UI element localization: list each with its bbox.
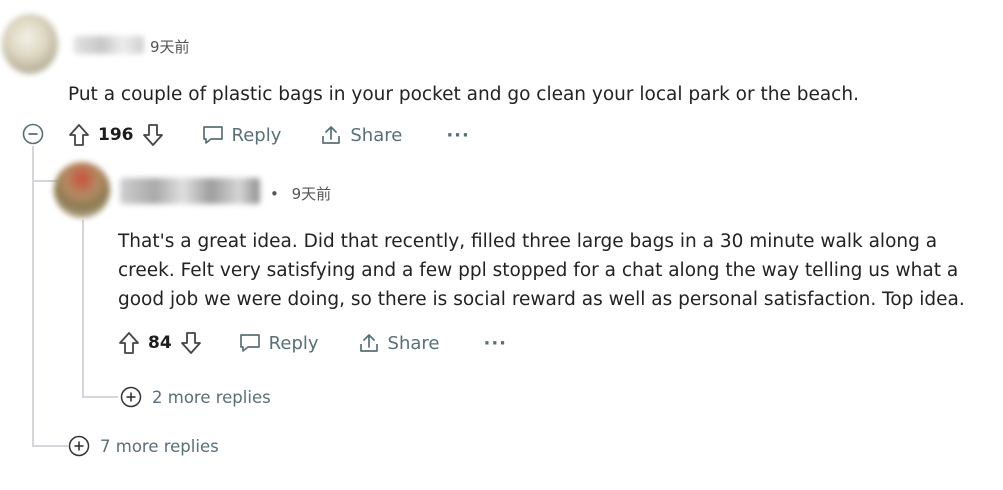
reply-button[interactable]: Reply: [201, 124, 282, 146]
reply-button[interactable]: Reply: [238, 332, 319, 354]
collapse-minus-icon: [22, 123, 44, 145]
share-label: Share: [387, 332, 440, 354]
avatar[interactable]: [54, 162, 110, 218]
more-replies-button[interactable]: 2 more replies: [120, 386, 271, 408]
reply-label: Reply: [231, 124, 282, 146]
more-replies-button[interactable]: 7 more replies: [68, 435, 219, 457]
avatar[interactable]: [2, 14, 58, 74]
reply-body-line: creek. Felt very satisfying and a few pp…: [118, 260, 959, 281]
comment-action-bar: 196 Reply Share ···: [68, 121, 470, 149]
thread-connector-main: [32, 445, 68, 447]
thread-line-main: [32, 146, 34, 446]
thread-line-reply: [82, 220, 84, 396]
reply-timestamp: 9天前: [291, 185, 332, 203]
comment-timestamp: 9天前: [150, 38, 190, 56]
share-icon: [357, 332, 381, 354]
share-label: Share: [350, 124, 403, 146]
reply-body-line: good job we were doing, so there is soci…: [118, 289, 965, 310]
username-redacted[interactable]: [120, 178, 260, 204]
more-options-button[interactable]: ···: [483, 333, 507, 354]
plus-circle-icon: [120, 386, 142, 408]
upvote-icon[interactable]: [68, 123, 90, 147]
reply-body: That's a great idea. Did that recently, …: [118, 227, 998, 314]
share-button[interactable]: Share: [357, 332, 440, 354]
share-icon: [319, 124, 343, 146]
vote-count: 84: [148, 333, 172, 353]
reply-meta: • 9天前: [270, 183, 331, 204]
comment-bubble-icon: [238, 332, 262, 354]
more-replies-label: 2 more replies: [152, 387, 271, 407]
comment-bubble-icon: [201, 124, 225, 146]
downvote-icon[interactable]: [180, 331, 202, 355]
downvote-icon[interactable]: [142, 123, 164, 147]
vote-count: 196: [98, 125, 134, 145]
comment-body: Put a couple of plastic bags in your poc…: [68, 84, 859, 105]
collapse-button[interactable]: [22, 123, 44, 149]
plus-circle-icon: [68, 435, 90, 457]
meta-separator: •: [270, 185, 279, 203]
reply-body-line: That's a great idea. Did that recently, …: [118, 231, 938, 252]
upvote-icon[interactable]: [118, 331, 140, 355]
username-redacted[interactable]: [74, 36, 144, 54]
thread-connector-reply-more: [82, 396, 118, 398]
more-options-button[interactable]: ···: [446, 125, 470, 146]
reply-label: Reply: [268, 332, 319, 354]
share-button[interactable]: Share: [319, 124, 402, 146]
more-replies-label: 7 more replies: [100, 436, 219, 456]
reply-action-bar: 84 Reply Share ···: [118, 329, 507, 357]
